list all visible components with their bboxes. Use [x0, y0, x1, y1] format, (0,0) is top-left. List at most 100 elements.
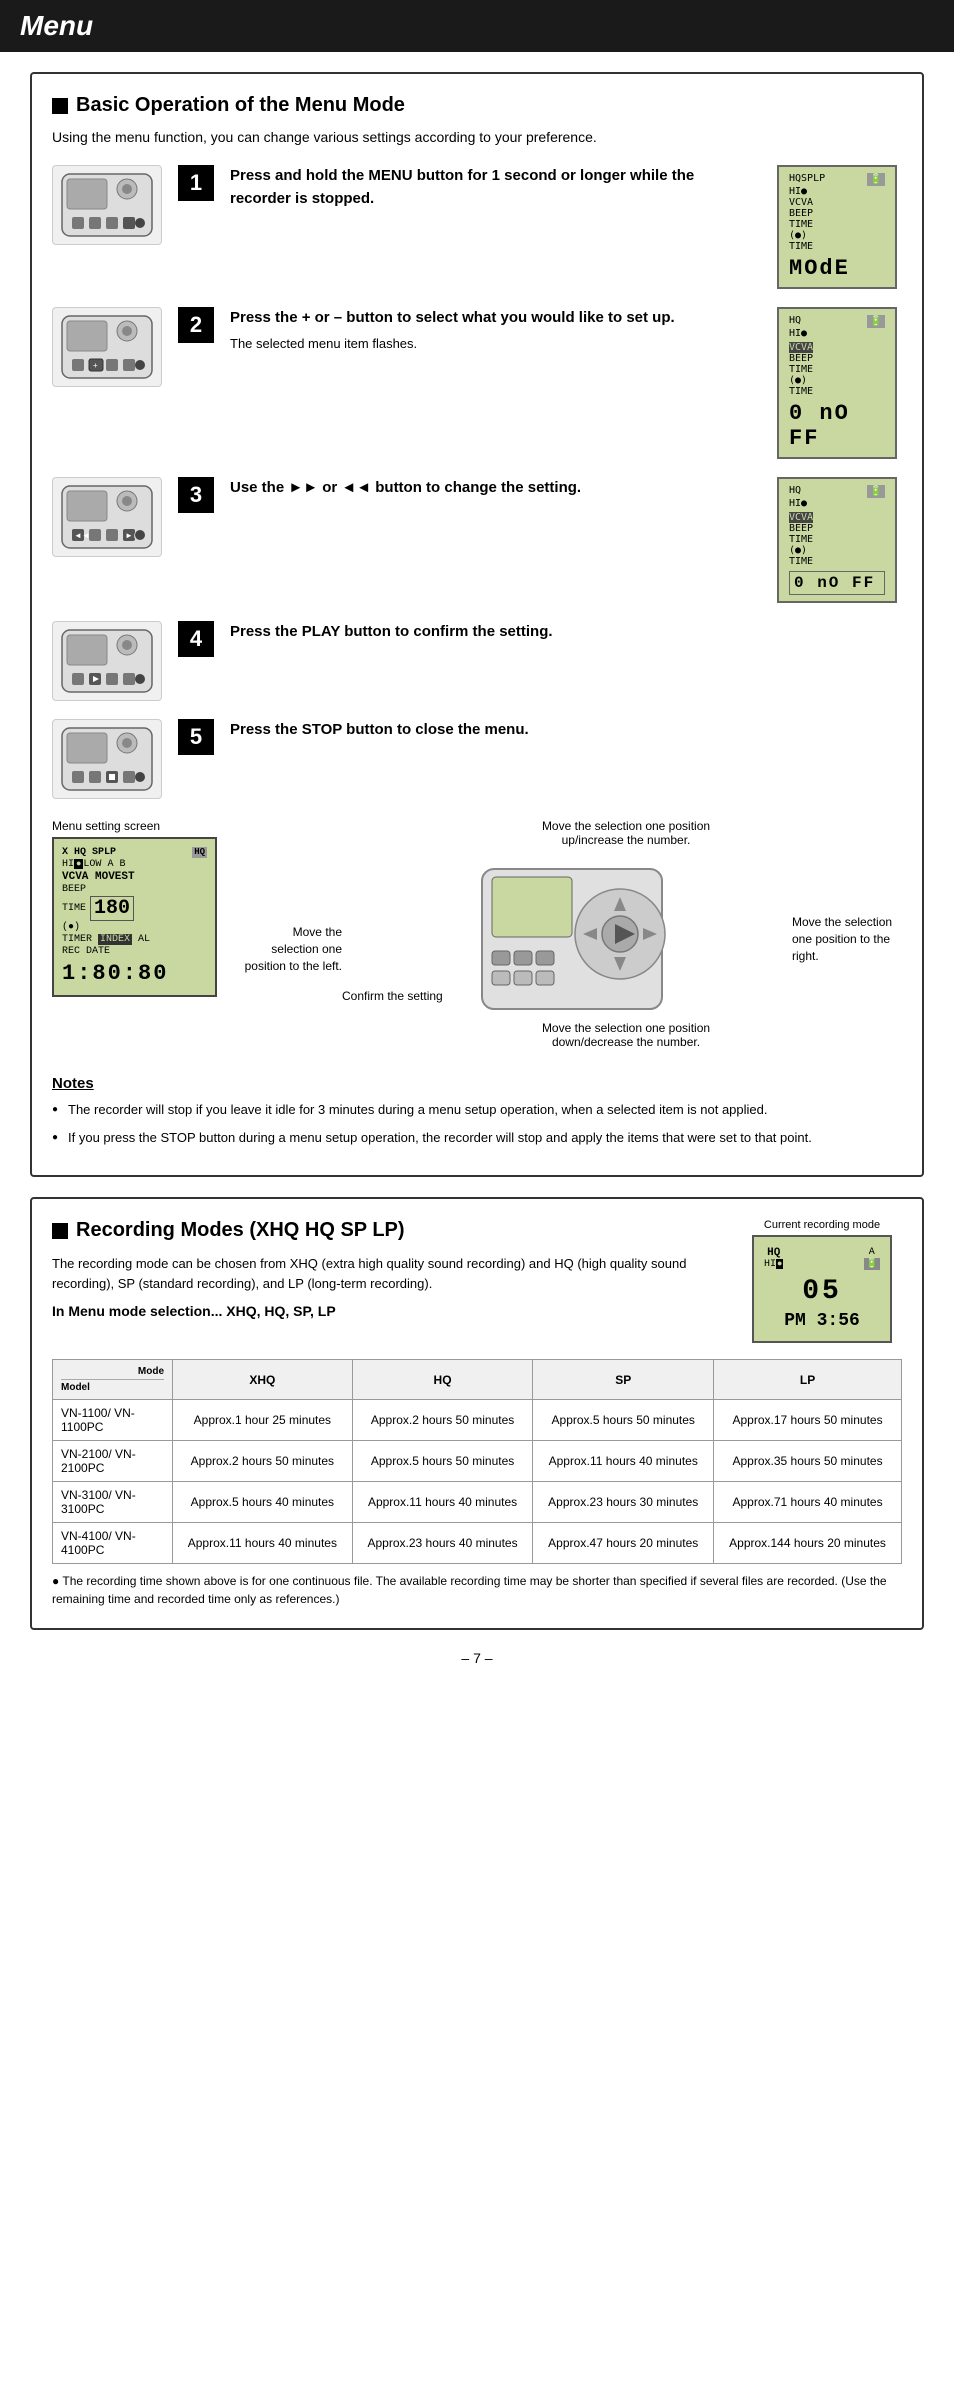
table-row: VN-2100/ VN-2100PC Approx.2 hours 50 min…: [53, 1441, 902, 1482]
step-2-number: 2: [178, 307, 214, 343]
lp-vn1100: Approx.17 hours 50 minutes: [714, 1400, 902, 1441]
step-5-device-image: [52, 719, 162, 799]
title-square-icon-2: [52, 1223, 68, 1239]
recording-display-area: Current recording mode HQ HI● A 🔋 05 PM: [742, 1219, 902, 1343]
lcd-display-3: HQ 🔋 HI● VCVA BEEP TIME (●) TIME 0 nO FF: [777, 477, 897, 603]
recording-lcd-time: PM 3:56: [764, 1311, 880, 1331]
recording-modes-section: Recording Modes (XHQ HQ SP LP) The recor…: [30, 1197, 924, 1630]
lp-vn3100: Approx.71 hours 40 minutes: [714, 1482, 902, 1523]
step-3-number: 3: [178, 477, 214, 513]
lp-vn2100: Approx.35 hours 50 minutes: [714, 1441, 902, 1482]
recording-modes-title: Recording Modes (XHQ HQ SP LP): [52, 1219, 722, 1242]
recorder-svg-2: +: [57, 311, 157, 383]
step-3-display: HQ 🔋 HI● VCVA BEEP TIME (●) TIME 0 nO FF: [772, 477, 902, 603]
model-vn2100: VN-2100/ VN-2100PC: [53, 1441, 173, 1482]
current-recording-label: Current recording mode: [742, 1219, 902, 1231]
step-2-display: HQ 🔋 HI● VCVA BEEP TIME (●) TIME 0 nO FF: [772, 307, 902, 459]
model-vn1100: VN-1100/ VN-1100PC: [53, 1400, 173, 1441]
step-1-row: 1 Press and hold the MENU button for 1 s…: [52, 165, 902, 289]
menu-screen-label: Menu setting screen: [52, 819, 222, 833]
hq-vn1100: Approx.2 hours 50 minutes: [352, 1400, 533, 1441]
step-4-row: 4 Press the PLAY button to confirm the s…: [52, 621, 902, 701]
main-content: Basic Operation of the Menu Mode Using t…: [0, 62, 954, 1686]
table-row: VN-4100/ VN-4100PC Approx.11 hours 40 mi…: [53, 1523, 902, 1564]
step-4-number: 4: [178, 621, 214, 657]
page-number: – 7 –: [30, 1650, 924, 1666]
basic-operation-title: Basic Operation of the Menu Mode: [52, 94, 902, 117]
sp-vn2100: Approx.11 hours 40 minutes: [533, 1441, 714, 1482]
recording-modes-table: Mode Model XHQ HQ SP LP VN-1100/ VN-1100…: [52, 1359, 902, 1564]
step-2-device-image: +: [52, 307, 162, 387]
recorder-svg-4: [57, 625, 157, 697]
xhq-vn4100: Approx.11 hours 40 minutes: [173, 1523, 353, 1564]
center-control-device: [472, 859, 672, 1024]
page-header: Menu: [0, 0, 954, 52]
sp-vn1100: Approx.5 hours 50 minutes: [533, 1400, 714, 1441]
menu-setting-area: Menu setting screen X HQ SPLPHQ HI●LOW A…: [52, 819, 902, 1059]
step-3-row: ◄◄ ►► 3 Use the ►► or ◄◄ button to chang…: [52, 477, 902, 603]
table-row: VN-1100/ VN-1100PC Approx.1 hour 25 minu…: [53, 1400, 902, 1441]
step-4-text: Press the PLAY button to confirm the set…: [230, 621, 756, 644]
sp-vn3100: Approx.23 hours 30 minutes: [533, 1482, 714, 1523]
step-3-text: Use the ►► or ◄◄ button to change the se…: [230, 477, 756, 500]
step-4-device-image: [52, 621, 162, 701]
menu-screen-box: Menu setting screen X HQ SPLPHQ HI●LOW A…: [52, 819, 222, 1059]
table-header-row: Mode Model XHQ HQ SP LP: [53, 1360, 902, 1400]
model-vn3100: VN-3100/ VN-3100PC: [53, 1482, 173, 1523]
table-row: VN-3100/ VN-3100PC Approx.5 hours 40 min…: [53, 1482, 902, 1523]
table-corner-header: Mode Model: [53, 1360, 173, 1400]
basic-operation-subtitle: Using the menu function, you can change …: [52, 129, 902, 145]
lp-vn4100: Approx.144 hours 20 minutes: [714, 1523, 902, 1564]
xhq-vn3100: Approx.5 hours 40 minutes: [173, 1482, 353, 1523]
annotation-right: Move the selection one position to the r…: [792, 914, 902, 964]
step-5-number: 5: [178, 719, 214, 755]
table-header-xhq: XHQ: [173, 1360, 353, 1400]
lcd-display-2: HQ 🔋 HI● VCVA BEEP TIME (●) TIME 0 nO FF: [777, 307, 897, 459]
annotation-bottom: Move the selection one position down/dec…: [536, 1021, 716, 1049]
title-square-icon: [52, 98, 68, 114]
annotation-left: Move the selection one position to the l…: [242, 924, 342, 974]
notes-list: The recorder will stop if you leave it i…: [52, 1100, 902, 1147]
recording-text: Recording Modes (XHQ HQ SP LP) The recor…: [52, 1219, 722, 1329]
recorder-svg-1: [57, 169, 157, 241]
step-1-text: Press and hold the MENU button for 1 sec…: [230, 165, 756, 210]
step-2-row: + 2 Press the + or – button to select wh…: [52, 307, 902, 459]
recorder-svg-3: ◄◄ ►►: [57, 481, 157, 553]
recording-menu-mode: In Menu mode selection... XHQ, HQ, SP, L…: [52, 1303, 722, 1319]
step-1-number: 1: [178, 165, 214, 201]
recording-header-row: Recording Modes (XHQ HQ SP LP) The recor…: [52, 1219, 902, 1343]
note-item-1: The recorder will stop if you leave it i…: [52, 1100, 902, 1120]
hq-vn4100: Approx.23 hours 40 minutes: [352, 1523, 533, 1564]
annotation-confirm: Confirm the setting: [342, 989, 443, 1003]
xhq-vn1100: Approx.1 hour 25 minutes: [173, 1400, 353, 1441]
table-header-sp: SP: [533, 1360, 714, 1400]
step-3-device-image: ◄◄ ►►: [52, 477, 162, 557]
step-5-text: Press the STOP button to close the menu.: [230, 719, 756, 742]
hq-vn3100: Approx.11 hours 40 minutes: [352, 1482, 533, 1523]
notes-title: Notes: [52, 1075, 902, 1092]
menu-screen-display: X HQ SPLPHQ HI●LOW A B VCVA MOVEST BEEP …: [52, 837, 217, 997]
recording-lcd-number: 05: [764, 1276, 880, 1307]
notes-section: Notes The recorder will stop if you leav…: [52, 1075, 902, 1147]
table-header-hq: HQ: [352, 1360, 533, 1400]
xhq-vn2100: Approx.2 hours 50 minutes: [173, 1441, 353, 1482]
hq-vn2100: Approx.5 hours 50 minutes: [352, 1441, 533, 1482]
svg-text:◄◄: ◄◄: [74, 531, 90, 540]
control-diagram-area: Move the selection one position up/incre…: [242, 819, 902, 1059]
control-pad-svg: [472, 859, 672, 1019]
model-vn4100: VN-4100/ VN-4100PC: [53, 1523, 173, 1564]
annotation-top: Move the selection one position up/incre…: [536, 819, 716, 847]
lcd-display-1: HQSPLP 🔋 HI● VCVA BEEP TIME (●) TIME MOd…: [777, 165, 897, 289]
basic-operation-section: Basic Operation of the Menu Mode Using t…: [30, 72, 924, 1177]
table-note: The recording time shown above is for on…: [52, 1572, 902, 1608]
svg-text:+: +: [93, 361, 98, 370]
recording-modes-desc: The recording mode can be chosen from XH…: [52, 1254, 722, 1293]
sp-vn4100: Approx.47 hours 20 minutes: [533, 1523, 714, 1564]
step-1-device-image: [52, 165, 162, 245]
recording-lcd: HQ HI● A 🔋 05 PM 3:56: [752, 1235, 892, 1343]
page-title: Menu: [20, 10, 934, 42]
recorder-svg-5: [57, 723, 157, 795]
step-2-text: Press the + or – button to select what y…: [230, 307, 756, 353]
note-item-2: If you press the STOP button during a me…: [52, 1128, 902, 1148]
step-5-row: 5 Press the STOP button to close the men…: [52, 719, 902, 799]
